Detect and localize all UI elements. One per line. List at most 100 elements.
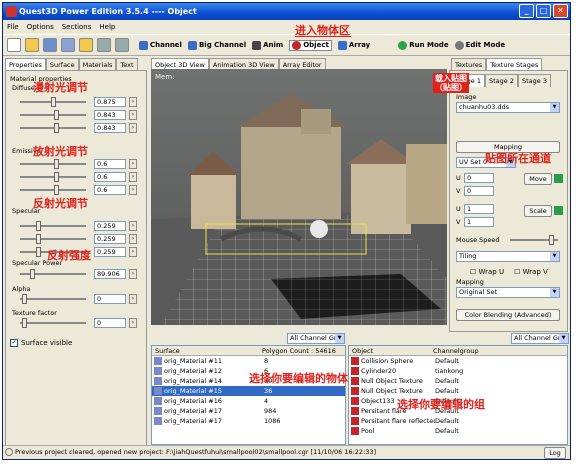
run-mode-button[interactable]: Run Mode [398,40,449,50]
material-slider-thumb[interactable] [54,110,59,120]
undo-icon[interactable] [97,38,111,52]
anim-button[interactable]: Anim [252,40,283,50]
material-slider-thumb[interactable] [54,123,59,133]
object-row[interactable]: Null Object Texture Default [349,376,567,386]
material-value-spin-button[interactable]: › [129,172,137,182]
scale-icon[interactable] [554,206,563,215]
object-row[interactable]: Cylinder20 tiankong [349,366,567,376]
material-slider-thumb[interactable] [51,97,56,107]
new-icon[interactable] [7,38,21,52]
material-value-field[interactable]: 0.259 [94,221,126,231]
material-slider[interactable] [20,123,86,133]
save-all-icon[interactable] [61,38,75,52]
redo-icon[interactable] [115,38,129,52]
open-icon[interactable] [25,38,39,52]
material-value-field[interactable]: 0.843 [94,110,126,120]
object-group-filter[interactable]: All Channel Gro [511,333,569,344]
material-value-spin-button[interactable]: › [129,110,137,120]
material-value-field[interactable]: 0.259 [94,234,126,244]
log-button[interactable]: Log [544,447,566,459]
material-value-field[interactable]: 0.843 [94,123,126,133]
big-channel-button[interactable]: Big Channel [187,40,246,50]
surface-col-header[interactable]: Surface [152,346,262,355]
channelgroup-col-header[interactable]: Channelgroup [433,346,479,355]
polygon-col-header[interactable]: Polygon Count : 54616 [262,346,336,355]
material-slider-thumb[interactable] [30,269,35,279]
material-slider[interactable] [20,294,86,304]
material-slider-thumb[interactable] [36,221,41,231]
material-slider-thumb[interactable] [22,318,28,328]
material-slider[interactable] [20,110,86,120]
move-button[interactable]: Move [524,173,552,185]
close-button[interactable]: ✕ [553,4,568,18]
object-col-header[interactable]: Object [349,346,433,355]
surface-group-filter[interactable]: All Channel Gro [287,333,345,344]
material-slider-thumb[interactable] [36,247,41,257]
surface-row[interactable]: orig_Material #11 8 [152,356,345,366]
material-slider[interactable] [20,234,86,244]
material-slider[interactable] [20,159,86,169]
material-value-spin-button[interactable]: › [129,269,137,279]
mapping-select[interactable]: Original Set [456,287,560,298]
edit-mode-button[interactable]: Edit Mode [454,40,505,50]
color-blending-button[interactable]: Color Blending (Advanced) [456,309,560,321]
save-icon[interactable] [43,38,57,52]
material-slider[interactable] [20,269,86,279]
material-value-field[interactable]: 0.6 [94,159,126,169]
material-value-spin-button[interactable]: › [129,247,137,257]
surface-row[interactable]: orig_Material #17 1086 [152,416,345,426]
menu-help[interactable]: Help [99,21,115,33]
tab-stage-2[interactable]: Stage 2 [484,74,518,87]
mouse-speed-slider[interactable] [510,235,558,245]
menu-options[interactable]: Options [27,21,54,33]
3d-viewport[interactable]: Mem: [151,69,447,325]
tiling-select[interactable]: Tiling [456,251,560,262]
material-value-field[interactable]: 0.875 [94,97,126,107]
surface-row[interactable]: orig_Material #15 36 [152,386,345,396]
v-offset-field[interactable]: 0 [464,186,494,196]
image-file-field[interactable]: chuanhu03.dds [456,102,560,113]
array-button[interactable]: Array [337,40,370,50]
wrap-u-checkbox[interactable]: ☐ Wrap U [470,268,504,276]
surface-visible-checkbox[interactable]: ✓ [10,339,18,347]
u-scale-field[interactable]: 1 [464,204,494,214]
material-slider[interactable] [20,185,86,195]
u-offset-field[interactable]: 0 [464,173,494,183]
wrap-v-checkbox[interactable]: ☐ Wrap V [514,268,548,276]
material-slider-thumb[interactable] [54,172,59,182]
minimize-button[interactable]: _ [519,4,534,18]
material-slider-thumb[interactable] [36,234,41,244]
material-value-field[interactable]: 0 [94,318,126,328]
surface-row[interactable]: orig_Material #17 984 [152,406,345,416]
object-row[interactable]: Collision Sphere Default [349,356,567,366]
material-value-field[interactable]: 0 [94,294,126,304]
object-row[interactable]: Null Object Texture Default [349,386,567,396]
material-value-field[interactable]: 0.6 [94,185,126,195]
material-slider-thumb[interactable] [54,159,59,169]
menu-file[interactable]: File [7,21,19,33]
material-slider-thumb[interactable] [54,185,59,195]
material-slider[interactable] [20,221,86,231]
material-value-spin-button[interactable]: › [129,318,137,328]
object-row[interactable]: Persitant flare reflected Default [349,416,567,426]
surface-row[interactable]: orig_Material #16 4 [152,396,345,406]
material-value-field[interactable]: 0.259 [94,247,126,257]
material-slider-thumb[interactable] [22,294,28,304]
channel-button[interactable]: Channel [139,40,182,50]
material-value-field[interactable]: 0.6 [94,172,126,182]
material-value-field[interactable]: 89.906 [94,269,126,279]
object-button[interactable]: Object [289,39,332,51]
object-row[interactable]: Pool Default [349,426,567,436]
tab-stage-3[interactable]: Stage 3 [517,74,551,87]
material-slider[interactable] [20,318,86,328]
folder-icon[interactable] [79,38,93,52]
material-value-spin-button[interactable]: › [129,97,137,107]
menu-sections[interactable]: Sections [62,21,92,33]
material-value-spin-button[interactable]: › [129,234,137,244]
material-value-spin-button[interactable]: › [129,159,137,169]
maximize-button[interactable]: □ [536,4,551,18]
material-slider[interactable] [20,172,86,182]
material-value-spin-button[interactable]: › [129,221,137,231]
material-value-spin-button[interactable]: › [129,185,137,195]
move-icon[interactable] [554,174,563,183]
